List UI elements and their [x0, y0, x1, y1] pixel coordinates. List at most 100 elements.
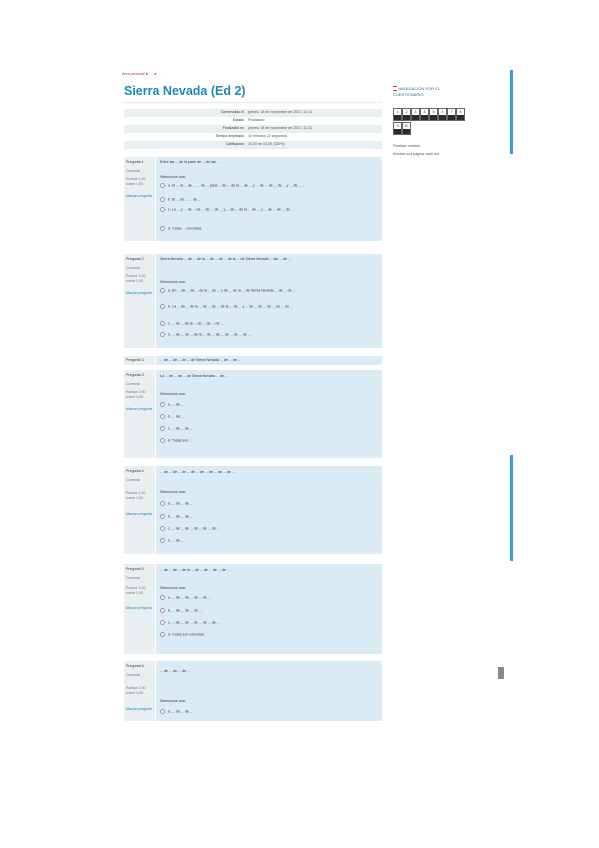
flag-question-link[interactable]: Marcar pregunta	[126, 606, 153, 611]
summary-label: Calificación	[225, 142, 244, 146]
scrollbar-thumb[interactable]	[510, 70, 513, 154]
answer-option[interactable]: d. ... de ...	[160, 538, 378, 543]
question-info: Pregunta 2 Correcta Puntúa 1,00 sobre 1,…	[124, 254, 155, 348]
answer-text: c. ... de ... de la ... de ... de ... de…	[168, 321, 224, 326]
summary-row: Finalizado en jueves, 18 de noviembre de…	[124, 125, 382, 133]
question-content: Sierra Nevada ... de ... de la ... de ..…	[156, 254, 382, 348]
select-label: Seleccione una:	[160, 392, 186, 396]
question-info: Pregunta 4 Correcta Puntúa 1,00 sobre 1,…	[124, 466, 155, 554]
question-number: Pregunta 3	[126, 373, 144, 377]
radio-button[interactable]	[160, 514, 165, 519]
radio-button[interactable]	[160, 538, 165, 543]
answer-option[interactable]: b. La ... de ... de la ... de ... de ...…	[160, 304, 378, 309]
radio-button[interactable]	[160, 438, 165, 443]
question-status: Correcta	[126, 478, 140, 482]
answer-option[interactable]: d. Todas son correctas.	[160, 632, 378, 637]
question-nav-button[interactable]: 6	[438, 108, 447, 121]
radio-button[interactable]	[160, 197, 165, 202]
radio-button[interactable]	[160, 595, 165, 600]
answer-option[interactable]: a. ... de ... de ...	[160, 501, 378, 506]
radio-button[interactable]	[160, 501, 165, 506]
question-nav-button[interactable]: 9	[393, 122, 402, 135]
question-content: Entre las ... de la parte de ... de las …	[156, 157, 382, 241]
answer-option[interactable]: c. ... de ... de ... de ... de ... de ..…	[160, 526, 378, 531]
answer-option[interactable]: d. Todas son ...	[160, 438, 378, 443]
answer-text: d. ... de ...	[168, 538, 184, 543]
answer-option[interactable]: b. ... de ...	[160, 414, 378, 419]
flag-question-link[interactable]: Marcar pregunta	[126, 512, 153, 517]
quiz-navigation-title: NAVEGACIÓN POR EL CUESTIONARIO	[393, 86, 469, 98]
question-nav-button[interactable]: 7	[447, 108, 456, 121]
question-content: ... de ... de ... de ... de ... de ... d…	[156, 466, 382, 554]
question-status: Correcta	[126, 576, 140, 580]
attempt-summary: Comenzado el jueves, 18 de noviembre de …	[124, 109, 382, 155]
radio-button[interactable]	[160, 288, 165, 293]
question-number: Pregunta 1	[126, 160, 144, 164]
answer-text: b. ... de ... de ...	[168, 514, 193, 519]
summary-row: Comenzado el jueves, 18 de noviembre de …	[124, 109, 382, 117]
flag-question-link[interactable]: Marcar pregunta	[126, 194, 153, 199]
answer-option[interactable]: c. ... de ... de la ... de ... de ... de…	[160, 321, 378, 326]
radio-button[interactable]	[160, 321, 165, 326]
radio-button[interactable]	[160, 226, 165, 231]
answer-option[interactable]: a. ... de ... de ...	[160, 709, 378, 714]
answer-option[interactable]: d. ... de ... de ... de la ... de ... de…	[160, 332, 378, 337]
answer-option[interactable]: c. ... de ... de ...	[160, 426, 378, 431]
answer-text: b. La ... de ... de la ... de ... de ...…	[168, 304, 294, 309]
summary-value: jueves, 18 de noviembre de 2021, 11:23	[248, 126, 312, 130]
answer-text: b. ... de ...	[168, 414, 184, 419]
answer-option[interactable]: d. Todas ... correctas.	[160, 226, 378, 231]
radio-button[interactable]	[160, 304, 165, 309]
answered-indicator	[403, 129, 410, 134]
question-text: ... de ... de ... de ... de ... de ... d…	[160, 470, 235, 474]
scroll-handle[interactable]	[498, 667, 504, 679]
radio-button[interactable]	[160, 414, 165, 419]
answer-option[interactable]: b. El ... de ... ... de ...	[160, 197, 378, 202]
question-nav-button[interactable]: 4	[420, 108, 429, 121]
radio-button[interactable]	[160, 608, 165, 613]
question-text: ... de ... de ... de ... de Sierra Nevad…	[160, 358, 241, 362]
summary-value: Finalizado	[248, 118, 265, 122]
flag-question-link[interactable]: Marcar pregunta	[126, 407, 153, 412]
question-number: Pregunta 4	[126, 469, 144, 473]
radio-button[interactable]	[160, 632, 165, 637]
radio-button[interactable]	[160, 332, 165, 337]
question-nav-button[interactable]: 3	[411, 108, 420, 121]
breadcrumb[interactable]: Área personal ► ... ► ...	[122, 72, 161, 76]
radio-button[interactable]	[160, 207, 165, 212]
answer-option[interactable]: a. En ... de ... de ... de la ... de ...…	[160, 288, 378, 293]
question-nav-button[interactable]: 1	[393, 108, 402, 121]
answer-option[interactable]: c. La ... y ... de ... de ... de ... de …	[160, 207, 378, 212]
summary-value: 10,00 de 10,00 (100%)	[248, 142, 285, 146]
answered-indicator	[394, 115, 401, 120]
answer-option[interactable]: a. ... de ... de ... de ... de ...	[160, 595, 378, 600]
question-nav-button[interactable]: 8	[456, 108, 465, 121]
radio-button[interactable]	[160, 426, 165, 431]
radio-button[interactable]	[160, 183, 165, 188]
finish-review-link[interactable]: Finalizar revisión	[393, 144, 420, 148]
answer-option[interactable]: a. ... de ...	[160, 402, 378, 407]
answer-option[interactable]: b. ... de ... de ...	[160, 514, 378, 519]
show-one-page-link[interactable]: Mostrar una página cada vez	[393, 152, 439, 156]
answered-indicator	[412, 115, 419, 120]
question-nav-button[interactable]: 5	[429, 108, 438, 121]
answer-text: c. ... de ... de ...	[168, 426, 193, 431]
select-label: Seleccione una:	[160, 175, 186, 179]
flag-question-link[interactable]: Marcar pregunta	[126, 707, 153, 712]
question-info: Pregunta 6 Correcta Puntúa 1,00 sobre 1,…	[124, 661, 155, 721]
radio-button[interactable]	[160, 402, 165, 407]
answer-option[interactable]: b. ... de ... de ... de ...	[160, 608, 378, 613]
scrollbar-thumb[interactable]	[510, 455, 513, 561]
radio-button[interactable]	[160, 620, 165, 625]
radio-button[interactable]	[160, 709, 165, 714]
question-text: Sierra Nevada ... de ... de la ... de ..…	[160, 257, 292, 261]
question-text: Entre las ... de la parte de ... de las …	[160, 160, 220, 164]
answer-option[interactable]: a. El ... la ... de ... ... de ... para …	[160, 183, 378, 188]
page: Área personal ► ... ► ... Sierra Nevada …	[0, 0, 599, 848]
radio-button[interactable]	[160, 526, 165, 531]
flag-question-link[interactable]: Marcar pregunta	[126, 291, 153, 296]
question-nav-button[interactable]: 10	[402, 122, 411, 135]
question-nav-button[interactable]: 2	[402, 108, 411, 121]
question-info: Pregunta 1 Correcta Puntúa 1,00 sobre 1,…	[124, 157, 155, 241]
answer-option[interactable]: c. ... de ... de ... de ... de ... de ..…	[160, 620, 378, 625]
